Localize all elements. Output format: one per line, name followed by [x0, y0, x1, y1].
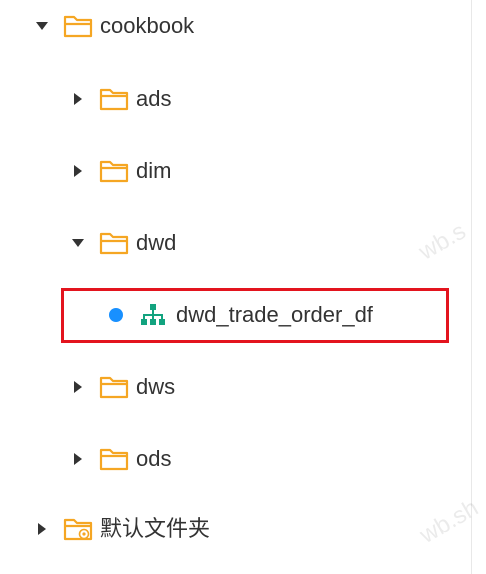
tree-node-label: ods — [136, 446, 172, 471]
tree-node-label: ads — [136, 86, 172, 111]
caret-right-icon[interactable] — [34, 521, 50, 537]
tree-node-dim[interactable]: dim — [0, 151, 470, 191]
caret-down-icon[interactable] — [34, 18, 50, 34]
caret-right-icon[interactable] — [70, 91, 86, 107]
default-folder-icon — [63, 516, 93, 542]
folder-icon — [99, 374, 129, 400]
folder-icon — [99, 158, 129, 184]
tree-node-dws[interactable]: dws — [0, 367, 470, 407]
tree-node-ads[interactable]: ads — [0, 79, 470, 119]
folder-open-icon — [99, 230, 129, 256]
tree-node-ods[interactable]: ods — [0, 439, 470, 479]
tree-node-label: 默认文件夹 — [100, 516, 211, 541]
caret-right-icon[interactable] — [70, 379, 86, 395]
caret-right-icon[interactable] — [70, 163, 86, 179]
folder-icon — [99, 446, 129, 472]
caret-down-icon[interactable] — [70, 235, 86, 251]
tree-node-label: dwd — [136, 230, 177, 255]
tree-node-default-folder[interactable]: 默认文件夹 — [0, 509, 470, 549]
tree-node-label: cookbook — [100, 13, 195, 38]
tree-node-label: dws — [136, 374, 176, 399]
tree-node-label: dim — [136, 158, 172, 183]
status-dot — [109, 308, 123, 322]
folder-icon — [99, 86, 129, 112]
panel-divider — [471, 0, 472, 574]
tree-node-dwd[interactable]: dwd — [0, 223, 470, 263]
tree-node-dwd-trade-order-df[interactable]: dwd_trade_order_df — [0, 295, 440, 335]
caret-right-icon[interactable] — [70, 451, 86, 467]
folder-open-icon — [63, 13, 93, 39]
lineage-node-icon — [140, 303, 166, 327]
file-tree: cookbook ads dim dwd dwd_trade_order_df … — [0, 0, 486, 574]
tree-node-cookbook[interactable]: cookbook — [0, 6, 470, 46]
tree-node-label: dwd_trade_order_df — [176, 302, 373, 327]
